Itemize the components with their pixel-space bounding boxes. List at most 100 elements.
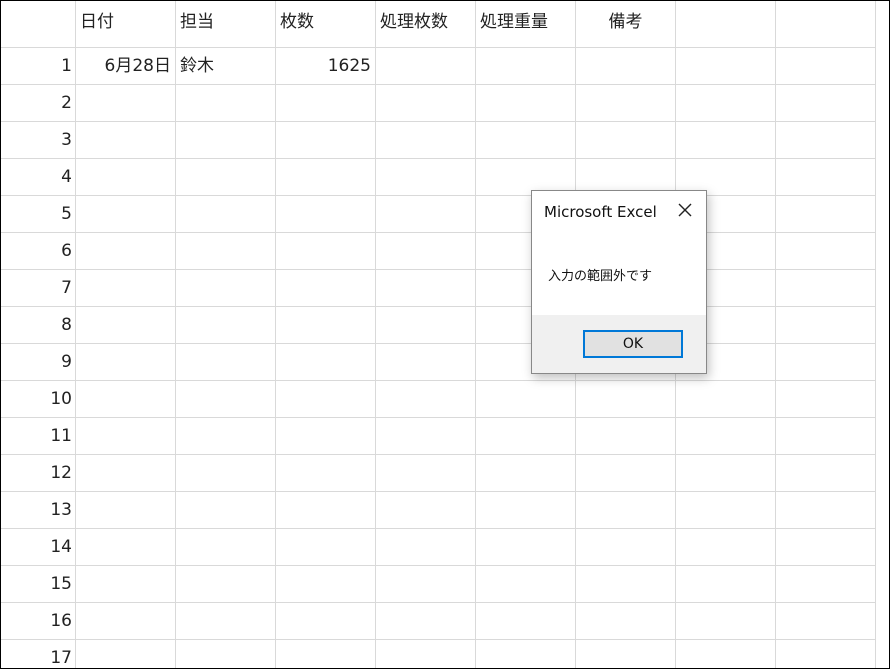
table-cell[interactable] bbox=[276, 529, 376, 566]
table-cell[interactable] bbox=[176, 196, 276, 233]
table-cell[interactable] bbox=[676, 566, 776, 603]
table-cell[interactable] bbox=[776, 603, 876, 640]
row-number[interactable]: 8 bbox=[1, 307, 76, 344]
table-cell[interactable] bbox=[276, 603, 376, 640]
table-cell[interactable] bbox=[276, 196, 376, 233]
table-cell[interactable] bbox=[276, 381, 376, 418]
table-cell[interactable] bbox=[776, 270, 876, 307]
table-cell[interactable] bbox=[376, 48, 476, 85]
table-cell[interactable] bbox=[776, 492, 876, 529]
row-number[interactable]: 17 bbox=[1, 640, 76, 668]
table-cell[interactable] bbox=[376, 566, 476, 603]
row-number[interactable]: 9 bbox=[1, 344, 76, 381]
table-cell[interactable] bbox=[776, 381, 876, 418]
table-cell[interactable] bbox=[376, 196, 476, 233]
table-cell[interactable] bbox=[576, 640, 676, 668]
table-cell[interactable] bbox=[176, 159, 276, 196]
table-cell[interactable] bbox=[276, 122, 376, 159]
table-cell[interactable] bbox=[476, 492, 576, 529]
table-cell[interactable] bbox=[176, 270, 276, 307]
table-cell[interactable] bbox=[376, 640, 476, 668]
table-cell[interactable] bbox=[376, 85, 476, 122]
row-number[interactable]: 5 bbox=[1, 196, 76, 233]
table-cell[interactable] bbox=[76, 381, 176, 418]
row-number[interactable]: 12 bbox=[1, 455, 76, 492]
table-cell[interactable] bbox=[676, 529, 776, 566]
table-cell[interactable] bbox=[76, 85, 176, 122]
column-header-cell[interactable] bbox=[676, 1, 776, 48]
table-cell[interactable] bbox=[376, 270, 476, 307]
table-cell[interactable] bbox=[776, 122, 876, 159]
table-cell[interactable] bbox=[376, 492, 476, 529]
table-cell[interactable] bbox=[76, 640, 176, 668]
table-cell[interactable] bbox=[476, 529, 576, 566]
table-cell[interactable] bbox=[476, 455, 576, 492]
table-cell[interactable] bbox=[776, 418, 876, 455]
table-cell[interactable] bbox=[376, 529, 476, 566]
select-all-corner[interactable] bbox=[1, 1, 76, 48]
row-number[interactable]: 14 bbox=[1, 529, 76, 566]
table-cell[interactable] bbox=[676, 85, 776, 122]
table-cell[interactable] bbox=[776, 159, 876, 196]
table-cell[interactable] bbox=[376, 122, 476, 159]
table-cell[interactable] bbox=[676, 603, 776, 640]
table-cell[interactable] bbox=[276, 344, 376, 381]
table-cell[interactable] bbox=[176, 122, 276, 159]
table-cell[interactable] bbox=[776, 85, 876, 122]
table-cell[interactable] bbox=[676, 492, 776, 529]
table-cell[interactable] bbox=[176, 418, 276, 455]
table-cell[interactable] bbox=[476, 603, 576, 640]
table-cell[interactable] bbox=[276, 492, 376, 529]
row-number[interactable]: 10 bbox=[1, 381, 76, 418]
table-cell[interactable] bbox=[76, 492, 176, 529]
close-icon[interactable] bbox=[674, 199, 696, 221]
table-cell[interactable] bbox=[76, 307, 176, 344]
row-number[interactable]: 2 bbox=[1, 85, 76, 122]
table-cell[interactable] bbox=[76, 270, 176, 307]
table-cell[interactable] bbox=[76, 159, 176, 196]
table-cell[interactable] bbox=[376, 159, 476, 196]
table-cell[interactable] bbox=[76, 344, 176, 381]
table-cell[interactable] bbox=[76, 196, 176, 233]
table-cell[interactable] bbox=[176, 603, 276, 640]
table-cell[interactable] bbox=[476, 381, 576, 418]
table-cell[interactable] bbox=[76, 455, 176, 492]
table-cell[interactable] bbox=[276, 418, 376, 455]
table-cell[interactable] bbox=[176, 85, 276, 122]
table-cell[interactable] bbox=[176, 566, 276, 603]
table-cell[interactable] bbox=[376, 418, 476, 455]
column-header-cell[interactable]: 処理重量 bbox=[476, 1, 576, 48]
table-cell[interactable] bbox=[576, 455, 676, 492]
row-number[interactable]: 6 bbox=[1, 233, 76, 270]
table-cell[interactable] bbox=[376, 455, 476, 492]
table-cell[interactable] bbox=[76, 603, 176, 640]
ok-button[interactable]: OK bbox=[583, 330, 683, 358]
table-cell[interactable] bbox=[776, 344, 876, 381]
row-number[interactable]: 3 bbox=[1, 122, 76, 159]
table-cell[interactable] bbox=[176, 529, 276, 566]
table-cell[interactable] bbox=[576, 122, 676, 159]
table-cell[interactable] bbox=[676, 455, 776, 492]
table-cell[interactable] bbox=[476, 48, 576, 85]
table-cell[interactable] bbox=[776, 640, 876, 668]
table-cell[interactable] bbox=[176, 455, 276, 492]
table-cell[interactable] bbox=[276, 307, 376, 344]
table-cell[interactable] bbox=[576, 603, 676, 640]
table-cell[interactable] bbox=[176, 640, 276, 668]
table-cell[interactable] bbox=[676, 640, 776, 668]
table-cell[interactable] bbox=[276, 640, 376, 668]
table-cell[interactable] bbox=[776, 196, 876, 233]
table-cell[interactable] bbox=[76, 418, 176, 455]
table-cell[interactable] bbox=[276, 159, 376, 196]
table-cell[interactable] bbox=[576, 418, 676, 455]
row-number[interactable]: 16 bbox=[1, 603, 76, 640]
table-cell[interactable] bbox=[376, 603, 476, 640]
table-cell[interactable] bbox=[276, 566, 376, 603]
table-cell[interactable] bbox=[776, 307, 876, 344]
table-cell[interactable] bbox=[76, 529, 176, 566]
table-cell[interactable] bbox=[376, 344, 476, 381]
table-cell[interactable] bbox=[476, 85, 576, 122]
table-cell[interactable] bbox=[176, 492, 276, 529]
table-cell[interactable] bbox=[476, 566, 576, 603]
table-cell[interactable] bbox=[276, 270, 376, 307]
